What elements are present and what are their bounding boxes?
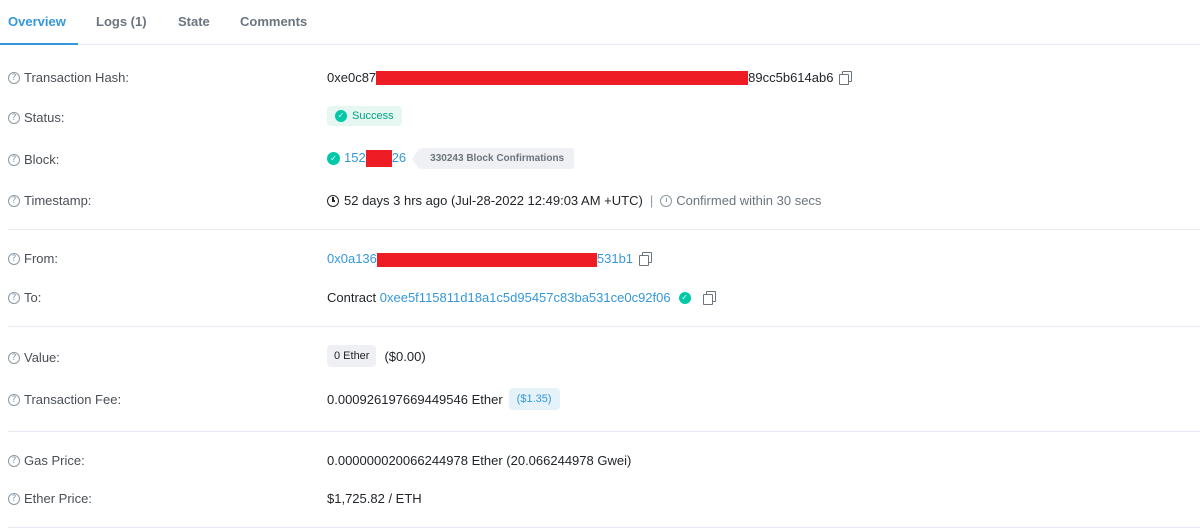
row-timestamp: ? Timestamp: 52 days 3 hrs ago (Jul-28-2…	[0, 189, 1200, 213]
fee-usd-badge: ($1.35)	[508, 388, 560, 410]
row-gas-price: ? Gas Price: 0.000000020066244978 Ether …	[0, 449, 1200, 473]
contract-label: Contract	[327, 290, 377, 305]
status-badge: ✓ Success	[327, 106, 402, 126]
row-transaction-hash: ? Transaction Hash: 0xe0c87 89cc5b614ab6	[0, 66, 1200, 90]
question-icon: ?	[8, 393, 20, 406]
copy-icon[interactable]	[639, 252, 653, 267]
label-to: To:	[24, 290, 42, 305]
label-transaction-hash: Transaction Hash:	[24, 70, 130, 85]
question-icon: ?	[8, 454, 20, 467]
tab-comments[interactable]: Comments	[240, 14, 307, 29]
question-icon: ?	[8, 71, 20, 84]
question-icon: ?	[8, 252, 20, 265]
label-transaction-fee: Transaction Fee:	[24, 392, 122, 407]
label-block: Block:	[24, 152, 60, 167]
fee-amount: 0.000926197669449546 Ether	[327, 391, 503, 407]
question-icon: ?	[8, 153, 20, 166]
question-icon: ?	[8, 351, 20, 364]
from-address-link[interactable]: 0x0a136 531b1	[327, 251, 633, 267]
divider	[8, 326, 1200, 327]
question-icon: ?	[8, 492, 20, 505]
tab-logs[interactable]: Logs (1)	[96, 14, 147, 29]
tab-bar: Overview Logs (1) State Comments	[0, 0, 1200, 45]
label-status: Status:	[24, 110, 65, 125]
check-circle-icon: ✓	[327, 152, 340, 165]
tab-state[interactable]: State	[178, 14, 210, 29]
row-from: ? From: 0x0a136 531b1	[0, 247, 1200, 271]
block-number-link[interactable]: 152 26	[344, 150, 406, 168]
row-status: ? Status: ✓ Success	[0, 106, 1200, 130]
redaction-bar	[376, 252, 597, 267]
label-value: Value:	[24, 350, 60, 365]
confirmed-within: Confirmed within 30 secs	[676, 193, 822, 208]
check-circle-icon: ✓	[678, 291, 691, 304]
timestamp-value: 52 days 3 hrs ago (Jul-28-2022 12:49:03 …	[344, 193, 643, 208]
ether-price-value: $1,725.82 / ETH	[327, 491, 422, 506]
copy-icon[interactable]	[839, 71, 853, 85]
label-from: From:	[24, 251, 58, 266]
gas-price-value: 0.000000020066244978 Ether (20.066244978…	[327, 453, 632, 468]
row-to: ? To: Contract 0xee5f115811d18a1c5d95457…	[0, 286, 1200, 310]
clock-icon	[327, 194, 339, 207]
timer-icon	[660, 194, 673, 207]
separator: |	[649, 193, 654, 208]
row-block: ? Block: ✓ 152 26 330243 Block Confirmati…	[0, 148, 1200, 172]
row-value: ? Value: 0 Ether ($0.00)	[0, 345, 1200, 369]
label-gas-price: Gas Price:	[24, 453, 85, 468]
question-icon: ?	[8, 291, 20, 304]
question-icon: ?	[8, 111, 20, 124]
block-confirmations-badge: 330243 Block Confirmations	[412, 148, 575, 170]
redaction-bar	[376, 70, 749, 85]
divider	[8, 431, 1200, 432]
question-icon: ?	[8, 194, 20, 207]
tx-hash-suffix: 89cc5b614ab6	[748, 70, 834, 85]
to-address-link[interactable]: 0xee5f115811d18a1c5d95457c83ba531ce0c92f…	[380, 290, 671, 305]
active-tab-indicator	[0, 43, 78, 45]
label-ether-price: Ether Price:	[24, 491, 92, 506]
tx-hash-prefix: 0xe0c87	[327, 70, 377, 85]
row-transaction-fee: ? Transaction Fee: 0.000926197669449546 …	[0, 388, 1200, 412]
divider	[8, 527, 1200, 528]
check-circle-icon: ✓	[335, 110, 347, 122]
row-ether-price: ? Ether Price: $1,725.82 / ETH	[0, 487, 1200, 511]
divider	[8, 229, 1200, 230]
copy-icon[interactable]	[702, 291, 716, 305]
value-badge: 0 Ether	[327, 345, 377, 367]
redaction-bar	[365, 150, 392, 168]
label-timestamp: Timestamp:	[24, 193, 92, 208]
tab-overview[interactable]: Overview	[8, 14, 66, 29]
value-usd: ($0.00)	[384, 348, 426, 364]
